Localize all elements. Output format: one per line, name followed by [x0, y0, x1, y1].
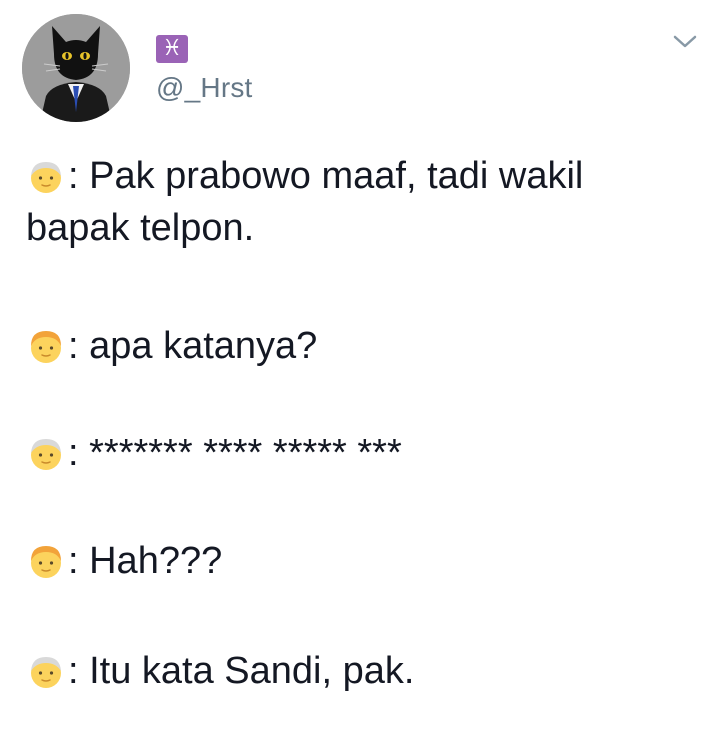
message-text: bapak telpon. [26, 207, 255, 249]
message-line: : ******* **** ***** *** [26, 427, 402, 479]
blond-man-emoji [31, 546, 61, 578]
pisces-icon: ♓ [156, 35, 188, 63]
black-cat-in-suit-avatar [22, 14, 130, 122]
message-text: : Pak prabowo maaf, tadi wakil [68, 155, 584, 197]
blond-man-emoji [31, 331, 61, 363]
message-text: : Hah??? [68, 540, 223, 582]
message-line: : Pak prabowo maaf, tadi wakil [26, 150, 583, 202]
tweet: ♓ @_Hrst : Pak prabowo maaf, tadi wakil … [0, 0, 720, 739]
message-line: : Itu kata Sandi, pak. [26, 645, 414, 697]
older-man-emoji [31, 162, 61, 193]
avatar[interactable] [22, 14, 130, 122]
message-text: : Itu kata Sandi, pak. [68, 650, 415, 692]
message-line-continuation: bapak telpon. [26, 202, 254, 254]
older-man-emoji [31, 439, 61, 470]
message-line: : Hah??? [26, 535, 222, 587]
message-text: : apa katanya? [68, 325, 318, 367]
older-man-emoji [31, 657, 61, 688]
chevron-down-icon[interactable] [672, 33, 698, 51]
message-text: : ******* **** ***** *** [68, 432, 402, 474]
user-handle[interactable]: @_Hrst [156, 72, 253, 104]
message-line: : apa katanya? [26, 320, 317, 372]
